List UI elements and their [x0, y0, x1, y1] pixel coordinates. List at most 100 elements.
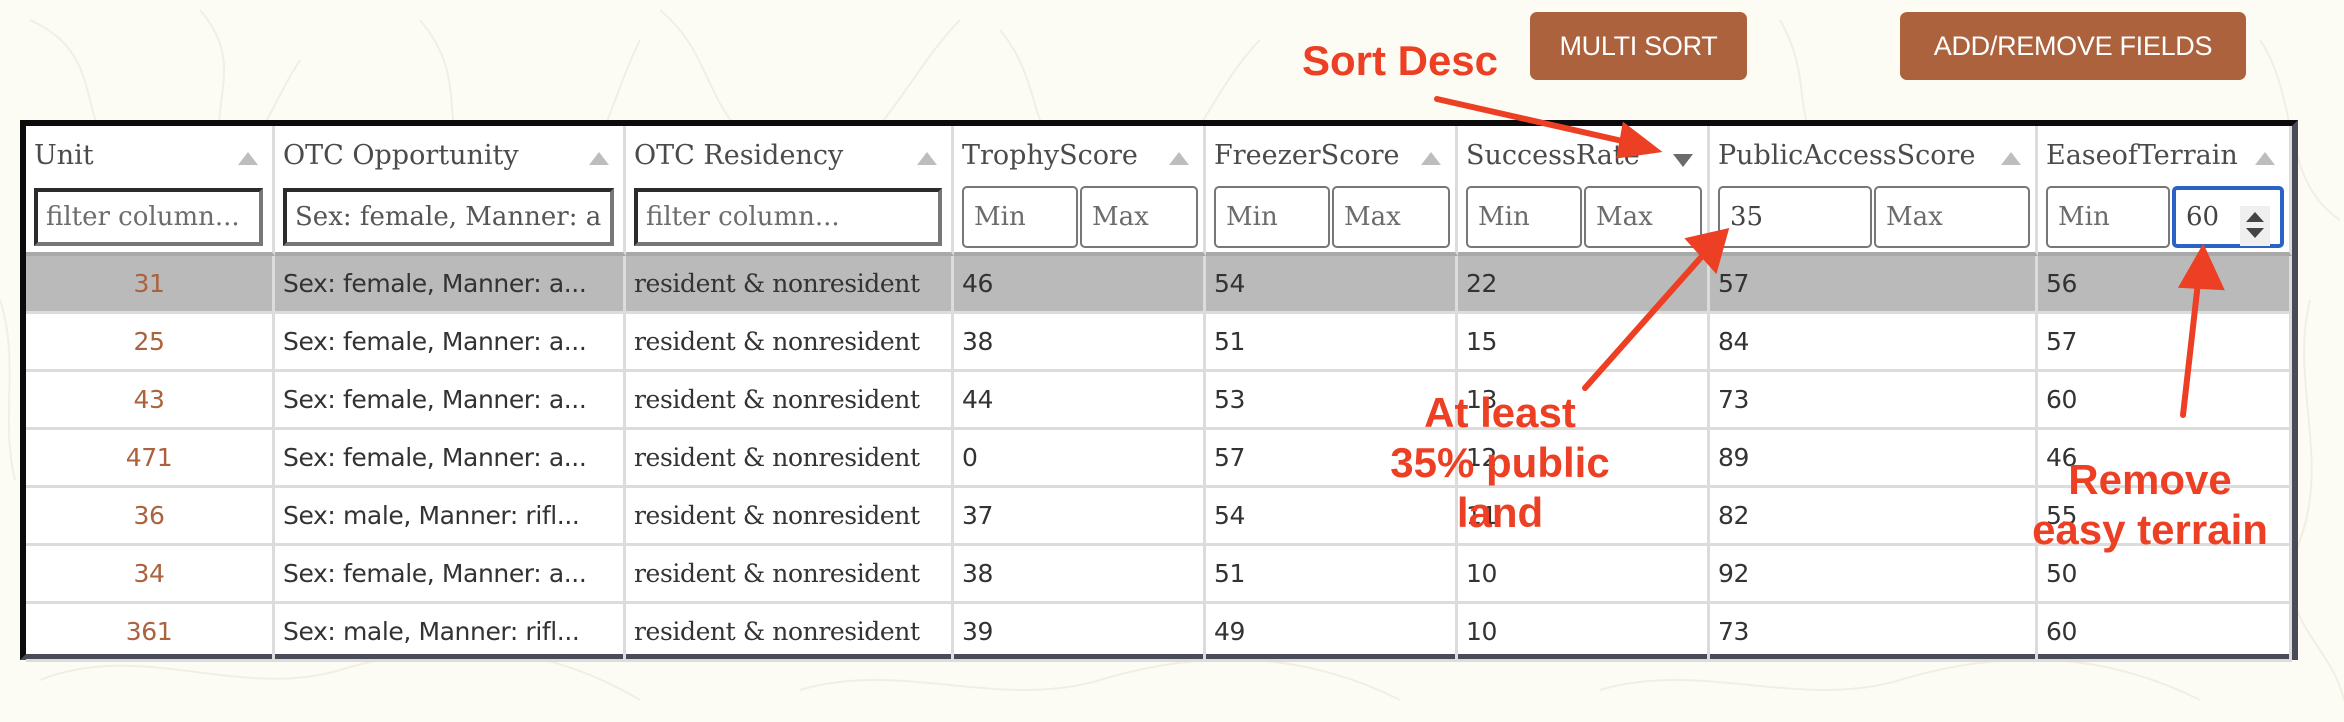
cell-otc-opportunity: Sex: female, Manner: a... [275, 314, 626, 369]
cell-freezer-score: 51 [1206, 314, 1458, 369]
cell-unit[interactable]: 43 [26, 372, 275, 427]
cell-trophy-score: 37 [954, 488, 1206, 543]
annotation-terrain: Remove easy terrain [2010, 455, 2290, 555]
cell-success-rate: 10 [1458, 604, 1710, 659]
cell-unit[interactable]: 36 [26, 488, 275, 543]
cell-trophy-score: 38 [954, 546, 1206, 601]
cell-otc-opportunity: Sex: female, Manner: a... [275, 546, 626, 601]
cell-otc-opportunity: Sex: female, Manner: a... [275, 430, 626, 485]
spin-down-icon[interactable] [2246, 228, 2264, 238]
otc-residency-filter-input[interactable] [634, 188, 942, 246]
cell-success-rate: 22 [1458, 256, 1710, 311]
cell-freezer-score: 54 [1206, 256, 1458, 311]
cell-ease-of-terrain: 57 [2038, 314, 2292, 369]
sort-asc-icon[interactable] [1169, 152, 1189, 165]
annotation-sort-desc: Sort Desc [1301, 37, 1499, 84]
sort-asc-icon[interactable] [1421, 152, 1441, 165]
freezer-score-max-input[interactable] [1332, 186, 1450, 248]
cell-unit[interactable]: 471 [26, 430, 275, 485]
annotation-line: At least [1424, 389, 1576, 436]
cell-unit[interactable]: 25 [26, 314, 275, 369]
cell-otc-residency: resident & nonresident [626, 546, 954, 601]
column-title[interactable]: SuccessRate [1466, 140, 1640, 171]
cell-public-access-score: 73 [1710, 372, 2038, 427]
column-header-otc-opportunity: OTC Opportunity [275, 126, 626, 256]
cell-public-access-score: 82 [1710, 488, 2038, 543]
cell-ease-of-terrain: 60 [2038, 604, 2292, 659]
cell-ease-of-terrain: 56 [2038, 256, 2292, 311]
public-access-score-max-input[interactable] [1874, 186, 2030, 248]
table-row[interactable]: 25 Sex: female, Manner: a... resident & no… [26, 314, 2292, 372]
success-rate-max-input[interactable] [1584, 186, 1702, 248]
sort-asc-icon[interactable] [589, 152, 609, 165]
sort-asc-icon[interactable] [2001, 152, 2021, 165]
number-spinner[interactable] [2240, 206, 2270, 246]
cell-trophy-score: 44 [954, 372, 1206, 427]
column-title[interactable]: PublicAccessScore [1718, 140, 1975, 171]
cell-otc-residency: resident & nonresident [626, 430, 954, 485]
add-remove-fields-button[interactable]: ADD/REMOVE FIELDS [1900, 12, 2246, 80]
cell-otc-residency: resident & nonresident [626, 604, 954, 659]
table-row[interactable]: 34 Sex: female, Manner: a... resident & no… [26, 546, 2292, 604]
public-access-score-min-input[interactable] [1718, 186, 1872, 248]
cell-trophy-score: 39 [954, 604, 1206, 659]
annotation-line: easy terrain [2032, 506, 2268, 553]
cell-freezer-score: 49 [1206, 604, 1458, 659]
cell-unit[interactable]: 31 [26, 256, 275, 311]
cell-otc-residency: resident & nonresident [626, 372, 954, 427]
cell-trophy-score: 46 [954, 256, 1206, 311]
column-title[interactable]: FreezerScore [1214, 140, 1399, 171]
spin-up-icon[interactable] [2246, 212, 2264, 222]
cell-freezer-score: 51 [1206, 546, 1458, 601]
cell-success-rate: 10 [1458, 546, 1710, 601]
ease-of-terrain-min-input[interactable] [2046, 186, 2170, 248]
table-row[interactable]: 361 Sex: male, Manner: rifl... resident & … [26, 604, 2292, 662]
freezer-score-min-input[interactable] [1214, 186, 1330, 248]
column-header-ease-of-terrain: EaseofTerrain [2038, 126, 2292, 256]
column-header-success-rate: SuccessRate [1458, 126, 1710, 256]
sort-asc-icon[interactable] [2255, 152, 2275, 165]
cell-unit[interactable]: 34 [26, 546, 275, 601]
column-header-freezer-score: FreezerScore [1206, 126, 1458, 256]
cell-otc-opportunity: Sex: female, Manner: a... [275, 256, 626, 311]
annotation-line: land [1456, 489, 1544, 536]
cell-public-access-score: 92 [1710, 546, 2038, 601]
column-title[interactable]: TrophyScore [962, 140, 1138, 171]
column-header-otc-residency: OTC Residency [626, 126, 954, 256]
otc-opportunity-filter-input[interactable] [283, 188, 614, 246]
table-row[interactable]: 471 Sex: female, Manner: a... resident & n… [26, 430, 2292, 488]
trophy-score-min-input[interactable] [962, 186, 1078, 248]
cell-trophy-score: 38 [954, 314, 1206, 369]
cell-otc-residency: resident & nonresident [626, 256, 954, 311]
cell-ease-of-terrain: 60 [2038, 372, 2292, 427]
success-rate-min-input[interactable] [1466, 186, 1582, 248]
annotation-line: Remove [2068, 456, 2232, 503]
column-title[interactable]: OTC Opportunity [283, 140, 519, 171]
table-row[interactable]: 31 Sex: female, Manner: a... resident & no… [26, 256, 2292, 314]
cell-success-rate: 15 [1458, 314, 1710, 369]
column-title[interactable]: OTC Residency [634, 140, 843, 171]
column-header-public-access-score: PublicAccessScore [1710, 126, 2038, 256]
cell-trophy-score: 0 [954, 430, 1206, 485]
cell-public-access-score: 84 [1710, 314, 2038, 369]
multi-sort-button[interactable]: MULTI SORT [1530, 12, 1747, 80]
cell-public-access-score: 57 [1710, 256, 2038, 311]
cell-otc-opportunity: Sex: female, Manner: a... [275, 372, 626, 427]
column-title[interactable]: EaseofTerrain [2046, 140, 2238, 171]
cell-unit[interactable]: 361 [26, 604, 275, 659]
cell-otc-opportunity: Sex: male, Manner: rifl... [275, 488, 626, 543]
sort-asc-icon[interactable] [917, 152, 937, 165]
cell-public-access-score: 89 [1710, 430, 2038, 485]
sort-desc-icon[interactable] [1673, 154, 1693, 167]
cell-otc-residency: resident & nonresident [626, 314, 954, 369]
table-row[interactable]: 36 Sex: male, Manner: rifl... resident & n… [26, 488, 2292, 546]
trophy-score-max-input[interactable] [1080, 186, 1198, 248]
sort-asc-icon[interactable] [238, 152, 258, 165]
column-title[interactable]: Unit [34, 140, 94, 171]
table-grid: Unit OTC Opportunity OTC Residency TrophySc… [26, 126, 2292, 662]
cell-otc-opportunity: Sex: male, Manner: rifl... [275, 604, 626, 659]
table-row[interactable]: 43 Sex: female, Manner: a... resident & no… [26, 372, 2292, 430]
cell-public-access-score: 73 [1710, 604, 2038, 659]
annotation-public-land: At least 35% public land [1360, 388, 1640, 538]
unit-filter-input[interactable] [34, 188, 263, 246]
